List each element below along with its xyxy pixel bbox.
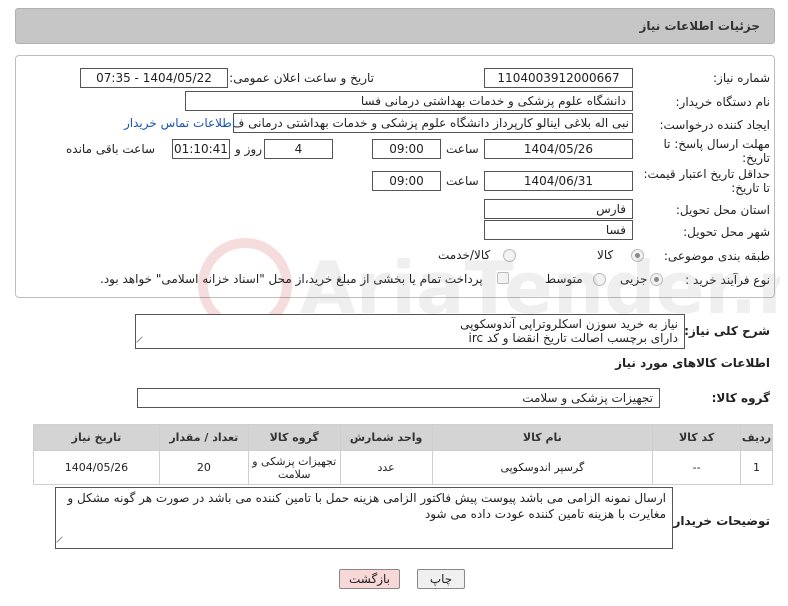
buyer-org-label: نام دستگاه خریدار: — [675, 95, 771, 109]
remaining-label: ساعت باقی مانده — [66, 142, 156, 156]
announce-field[interactable]: 1404/05/22 - 07:35 — [80, 68, 228, 88]
description-line-1: نیاز به خرید سوزن اسکلروتراپی آندوسکوپی — [460, 317, 678, 331]
days-label: روز و — [235, 142, 262, 156]
process-medium-label: متوسط — [545, 272, 583, 286]
table-row[interactable]: 1 -- گرسپر اندوسکوپی عدد تجهیزات پزشکی و… — [33, 450, 773, 485]
goods-group-field[interactable]: تجهیزات پزشکی و سلامت — [137, 388, 660, 408]
validity-label-line1: حداقل تاریخ اعتبار قیمت: — [643, 167, 770, 181]
items-table: ردیف کد کالا نام کالا واحد شمارش گروه کا… — [33, 424, 773, 485]
col-header-item-code: کد کالا — [652, 424, 742, 451]
announce-label: تاریخ و ساعت اعلان عمومی: — [229, 71, 374, 85]
col-header-item-name: نام کالا — [431, 424, 654, 451]
process-minor-label: جزیی — [620, 272, 648, 286]
cell-quantity: 20 — [158, 450, 249, 485]
category-label: طبقه بندی موضوعی: — [663, 249, 770, 263]
validity-label-line2: تا تاریخ: — [731, 181, 770, 195]
cell-unit: عدد — [339, 450, 433, 485]
cell-group: تجهیزات پزشکی و سلامت — [247, 450, 341, 485]
description-label: شرح کلی نیاز: — [684, 324, 770, 338]
validity-time-label: ساعت — [446, 174, 479, 188]
col-header-need-date: تاریخ نیاز — [33, 424, 160, 451]
process-minor-radio[interactable] — [650, 273, 663, 286]
page-title: جزئیات اطلاعات نیاز — [639, 19, 760, 33]
process-medium-radio[interactable] — [593, 273, 606, 286]
deadline-date-field[interactable]: 1404/05/26 — [484, 139, 633, 159]
deadline-time-label: ساعت — [446, 142, 479, 156]
province-label: استان محل تحویل: — [675, 203, 770, 217]
cell-row-number: 1 — [740, 450, 773, 485]
creator-label: ایجاد کننده درخواست: — [659, 118, 770, 132]
description-line-2: دارای برچسب اصالت تاریخ انقضا و کد irc — [468, 331, 679, 345]
days-field[interactable]: 4 — [264, 139, 333, 159]
treasury-payment-checkbox[interactable] — [497, 272, 509, 284]
category-goods-label: کالا — [597, 248, 614, 262]
validity-date-field[interactable]: 1404/06/31 — [484, 171, 633, 191]
back-button[interactable]: بازگشت — [339, 569, 400, 589]
remaining-time-field[interactable]: 01:10:41 — [172, 139, 230, 159]
treasury-payment-note: پرداخت تمام یا بخشی از مبلغ خرید،از محل … — [100, 272, 483, 286]
city-field[interactable]: فسا — [484, 220, 633, 240]
process-label: نوع فرآیند خرید : — [685, 273, 770, 287]
buyer-contact-link[interactable]: اطلاعات تماس خریدار — [124, 116, 235, 130]
category-goods-service-radio[interactable] — [503, 249, 516, 262]
category-goods-radio[interactable] — [631, 249, 644, 262]
print-button[interactable]: چاپ — [417, 569, 465, 589]
col-header-quantity: تعداد / مقدار — [158, 424, 249, 451]
goods-info-title: اطلاعات کالاهای مورد نیاز — [615, 356, 770, 370]
buyer-notes-textarea[interactable]: ارسال نمونه الزامی می باشد پیوست پیش فاک… — [55, 487, 673, 549]
resize-grip-icon[interactable] — [56, 536, 68, 548]
col-header-unit: واحد شمارش — [339, 424, 433, 451]
category-goods-service-label: کالا/خدمت — [438, 248, 491, 262]
creator-field[interactable]: نبی اله بلاغی اینالو کارپرداز دانشگاه عل… — [233, 113, 633, 133]
description-textarea[interactable]: نیاز به خرید سوزن اسکلروتراپی آندوسکوپی … — [135, 314, 685, 349]
deadline-label-line2: تاریخ: — [742, 151, 770, 165]
page-header: جزئیات اطلاعات نیاز — [15, 8, 775, 44]
deadline-time-field[interactable]: 09:00 — [372, 139, 441, 159]
cell-item-code: -- — [652, 450, 742, 485]
city-label: شهر محل تحویل: — [683, 225, 770, 239]
buyer-notes-text: ارسال نمونه الزامی می باشد پیوست پیش فاک… — [67, 491, 666, 521]
buyer-notes-label: توضیحات خریدار: — [668, 514, 770, 528]
need-number-field[interactable]: 1104003912000667 — [484, 68, 633, 88]
province-field[interactable]: فارس — [484, 199, 633, 219]
buyer-org-field[interactable]: دانشگاه علوم پزشکی و خدمات بهداشتی درمان… — [185, 91, 633, 111]
table-header-row: ردیف کد کالا نام کالا واحد شمارش گروه کا… — [33, 424, 773, 451]
deadline-label-line1: مهلت ارسال پاسخ: تا — [663, 137, 770, 151]
cell-item-name: گرسپر اندوسکوپی — [431, 450, 654, 485]
goods-group-label: گروه کالا: — [711, 391, 770, 405]
col-header-row-number: ردیف — [740, 424, 773, 451]
validity-time-field[interactable]: 09:00 — [372, 171, 441, 191]
need-number-label: شماره نیاز: — [713, 71, 770, 85]
cell-need-date: 1404/05/26 — [33, 450, 160, 485]
col-header-group: گروه کالا — [247, 424, 341, 451]
